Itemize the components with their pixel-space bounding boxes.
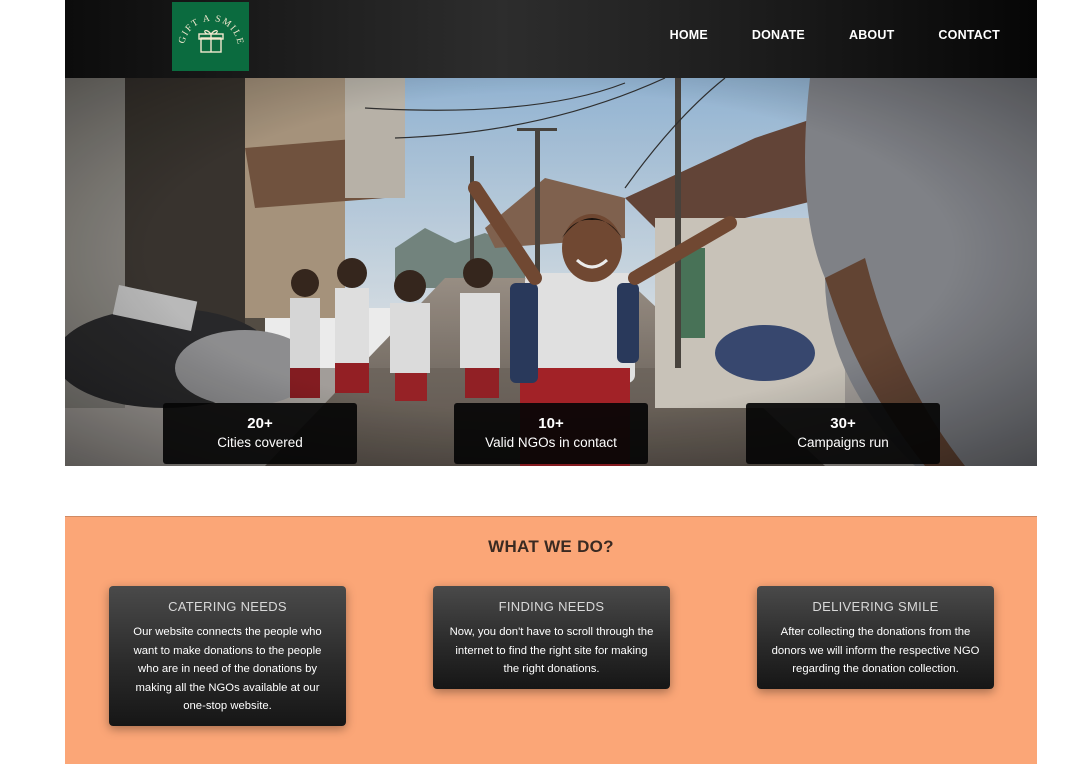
card-text: Our website connects the people who want… [133, 626, 322, 712]
stat-label: Valid NGOs in contact [485, 435, 617, 450]
stat-value: 20+ [247, 415, 273, 432]
nav-contact[interactable]: CONTACT [938, 28, 1000, 42]
card-title: CATERING NEEDS [168, 599, 287, 614]
section-title: WHAT WE DO? [488, 537, 614, 556]
stat-label: Campaigns run [797, 435, 889, 450]
what-we-do-section: WHAT WE DO? CATERING NEEDS Our website c… [65, 516, 1037, 764]
feature-card-catering: CATERING NEEDS Our website connects the … [109, 586, 346, 726]
feature-card-delivering: DELIVERING SMILE After collecting the do… [757, 586, 994, 689]
nav-about[interactable]: ABOUT [849, 28, 894, 42]
stat-value: 10+ [538, 415, 564, 432]
feature-card-finding: FINDING NEEDS Now, you don't have to scr… [433, 586, 670, 689]
nav-home[interactable]: HOME [670, 28, 708, 42]
stat-card: 10+ Valid NGOs in contact [454, 403, 648, 464]
card-text: After collecting the donations from the … [771, 626, 980, 675]
logo[interactable]: GIFT A SMILE [172, 2, 249, 71]
hero-section: 20+ Cities covered 10+ Valid NGOs in con… [65, 78, 1037, 466]
stat-value: 30+ [830, 415, 856, 432]
stat-card: 20+ Cities covered [163, 403, 357, 464]
stat-label: Cities covered [217, 435, 303, 450]
card-text: Now, you don't have to scroll through th… [449, 626, 654, 675]
stat-card: 30+ Campaigns run [746, 403, 940, 464]
navbar: GIFT A SMILE HOME DONATE ABOUT CONTACT [65, 0, 1037, 78]
card-title: DELIVERING SMILE [812, 599, 939, 614]
main-nav: HOME DONATE ABOUT CONTACT [663, 0, 1037, 70]
nav-donate[interactable]: DONATE [752, 28, 805, 42]
gift-box-icon: GIFT A SMILE [177, 14, 243, 53]
card-title: FINDING NEEDS [498, 599, 605, 614]
